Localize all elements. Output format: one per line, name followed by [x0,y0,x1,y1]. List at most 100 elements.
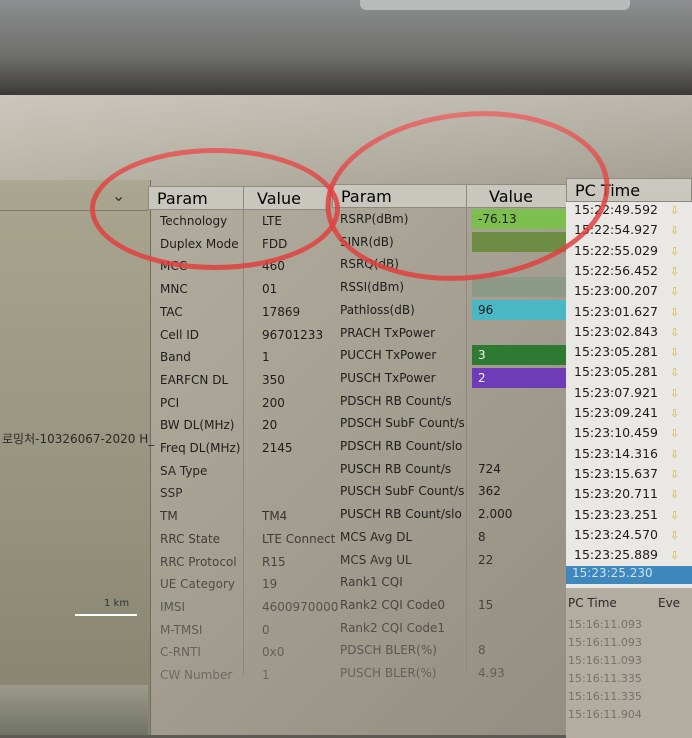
table2-value: 724 [478,461,501,476]
table1-row[interactable]: Technology LTE [152,210,282,232]
table2-row[interactable]: RSRP(dBm) -76.13 [334,208,574,230]
time-row[interactable]: 15:23:24.570 [574,527,658,542]
time-row-selected[interactable]: 15:23:25.230 [566,566,692,584]
table1-row[interactable]: Freq DL(MHz) 2145 [152,437,293,459]
table2-value [472,618,574,638]
table2-row[interactable]: MCS Avg UL 22 [334,549,574,571]
table1-row[interactable]: IMSI 4600970000 [152,596,338,618]
time-row[interactable]: 15:23:01.627 [574,304,658,319]
table2-row[interactable]: PUSCH RB Count/slo 2.000 [334,503,574,525]
table2-row[interactable]: PUSCH BLER(%) 4.93 [334,662,574,684]
table1-value: 200 [262,395,285,410]
table1-row[interactable]: MNC 01 [152,278,277,300]
time-row[interactable]: 15:23:20.711 [574,486,658,501]
table2-row[interactable]: PDSCH SubF Count/s [334,412,574,434]
table2-row[interactable]: RSSI(dBm) [334,276,574,298]
time-row[interactable]: 15:22:56.452 [574,263,658,278]
table2-param: RSRP(dBm) [340,212,409,226]
table1-param: TAC [160,304,183,319]
table2-value: 22 [478,552,494,567]
table1-row[interactable]: RRC Protocol R15 [152,551,286,573]
table1-row[interactable]: M-TMSI 0 [152,619,270,641]
table1-row[interactable]: RRC State LTE Connect [152,528,335,550]
table1-row[interactable]: EARFCN DL 350 [152,369,285,391]
down-arrow-icon: ⇩ [670,467,680,481]
table2-row[interactable]: PUCCH TxPower 3 [334,344,574,366]
table2-row[interactable]: Rank2 CQI Code1 [334,617,574,639]
table1-value: FDD [262,236,288,251]
table1-row[interactable]: Duplex Mode FDD [152,233,287,255]
table2-value: 4.93 [478,666,505,680]
lower-time-row: 15:16:11.335 [568,690,642,703]
time-row[interactable]: 15:23:02.843 [574,324,658,339]
time-row[interactable]: 15:23:14.316 [574,446,658,461]
table2-row[interactable]: PUSCH SubF Count/s 362 [334,480,574,502]
table2-param: Rank1 CQI [340,575,403,590]
time-row[interactable]: 15:22:54.927 [574,222,658,237]
table1-param: C-RNTI [160,645,201,660]
lower-event-list[interactable]: PC Time Eve 15:16:11.093 15:16:11.093 15:1… [566,588,692,738]
table1-value: LTE [262,214,282,228]
time-row[interactable]: 15:23:05.281 [574,364,658,379]
table1-param: Duplex Mode [160,236,239,251]
table1-value: 1 [262,668,270,682]
table2-row[interactable]: PRACH TxPower [334,322,574,344]
down-arrow-icon: ⇩ [670,264,680,278]
lower-time-row: 15:16:11.904 [568,708,642,721]
table1-row[interactable]: MCC 460 [152,255,285,277]
chevron-down-icon[interactable]: ⌄ [112,186,125,205]
table1-row[interactable]: CW Number 1 [152,664,270,686]
table1-param: CW Number [160,668,233,682]
table1-row[interactable]: TAC 17869 [152,301,300,323]
event-time-panel[interactable]: PC Time 15:22:49.592 ⇩ 15:22:54.927 ⇩ 15:22:… [566,178,692,738]
map-panel[interactable]: ⌄ 로밍처-10326067-2020 H_ 1 km [0,180,154,735]
table2-row[interactable]: RSRQ(dB) [334,253,574,275]
table2-row[interactable]: Pathloss(dB) 96 [334,299,574,321]
table1-row[interactable]: SA Type [152,460,262,482]
table1-value: 350 [262,372,285,387]
table2-row[interactable]: PUSCH TxPower 2 [334,367,574,389]
table2-row[interactable]: Rank2 CQI Code0 15 [334,594,574,616]
table1-row[interactable]: BW DL(MHz) 20 [152,414,277,436]
table1-param: IMSI [160,599,186,614]
table1-value: 460 [262,259,285,274]
table1-row[interactable]: TM TM4 [152,505,287,527]
table1-value: 20 [262,418,278,433]
time-row[interactable]: 15:23:25.889 [574,547,658,562]
table2-row[interactable]: Rank1 CQI [334,571,574,593]
down-arrow-icon: ⇩ [670,508,680,522]
table2-param: SINR(dB) [340,234,394,249]
time-row[interactable]: 15:23:10.459 [574,425,658,440]
table2-row[interactable]: PUSCH RB Count/s 724 [334,458,574,480]
time-row[interactable]: 15:23:23.251 [574,507,658,522]
table2-param: Rank2 CQI Code0 [340,597,445,612]
table1-row[interactable]: Band 1 [152,346,270,368]
time-row[interactable]: 15:23:07.921 [574,385,658,400]
time-row[interactable]: 15:22:49.592 [574,202,658,217]
table2-param: PDSCH BLER(%) [340,643,437,658]
table1-row[interactable]: C-RNTI 0x0 [152,641,284,663]
table1-value: LTE Connect [262,531,336,546]
time-row[interactable]: 15:23:15.637 [574,466,658,481]
table2-value: 15 [478,597,494,612]
table2-row[interactable]: PDSCH BLER(%) 8 [334,639,574,661]
time-row[interactable]: 15:22:55.029 [574,243,658,258]
time-row[interactable]: 15:23:00.207 [574,283,658,298]
table1-row[interactable]: PCI 200 [152,392,285,414]
table2-row[interactable]: SINR(dB) [334,231,574,253]
table2-row[interactable]: MCS Avg DL 8 [334,526,574,548]
time-row[interactable]: 15:23:05.281 [574,344,658,359]
table2-row[interactable]: PDSCH RB Count/slo [334,435,574,457]
map-layer-dropdown[interactable]: ⌄ [0,180,148,211]
down-arrow-icon: ⇩ [670,386,680,400]
table1-row[interactable]: Cell ID 96701233 [152,324,323,346]
table2-value: 362 [478,484,501,499]
table2-value [472,436,574,456]
table1-value: 0 [262,622,270,637]
time-row[interactable]: 15:23:09.241 [574,405,658,420]
down-arrow-icon: ⇩ [670,244,680,258]
table1-row[interactable]: SSP [152,482,262,504]
table2-row[interactable]: PDSCH RB Count/s [334,390,574,412]
table1-row[interactable]: UE Category 19 [152,573,277,595]
table1-param: BW DL(MHz) [160,418,235,433]
